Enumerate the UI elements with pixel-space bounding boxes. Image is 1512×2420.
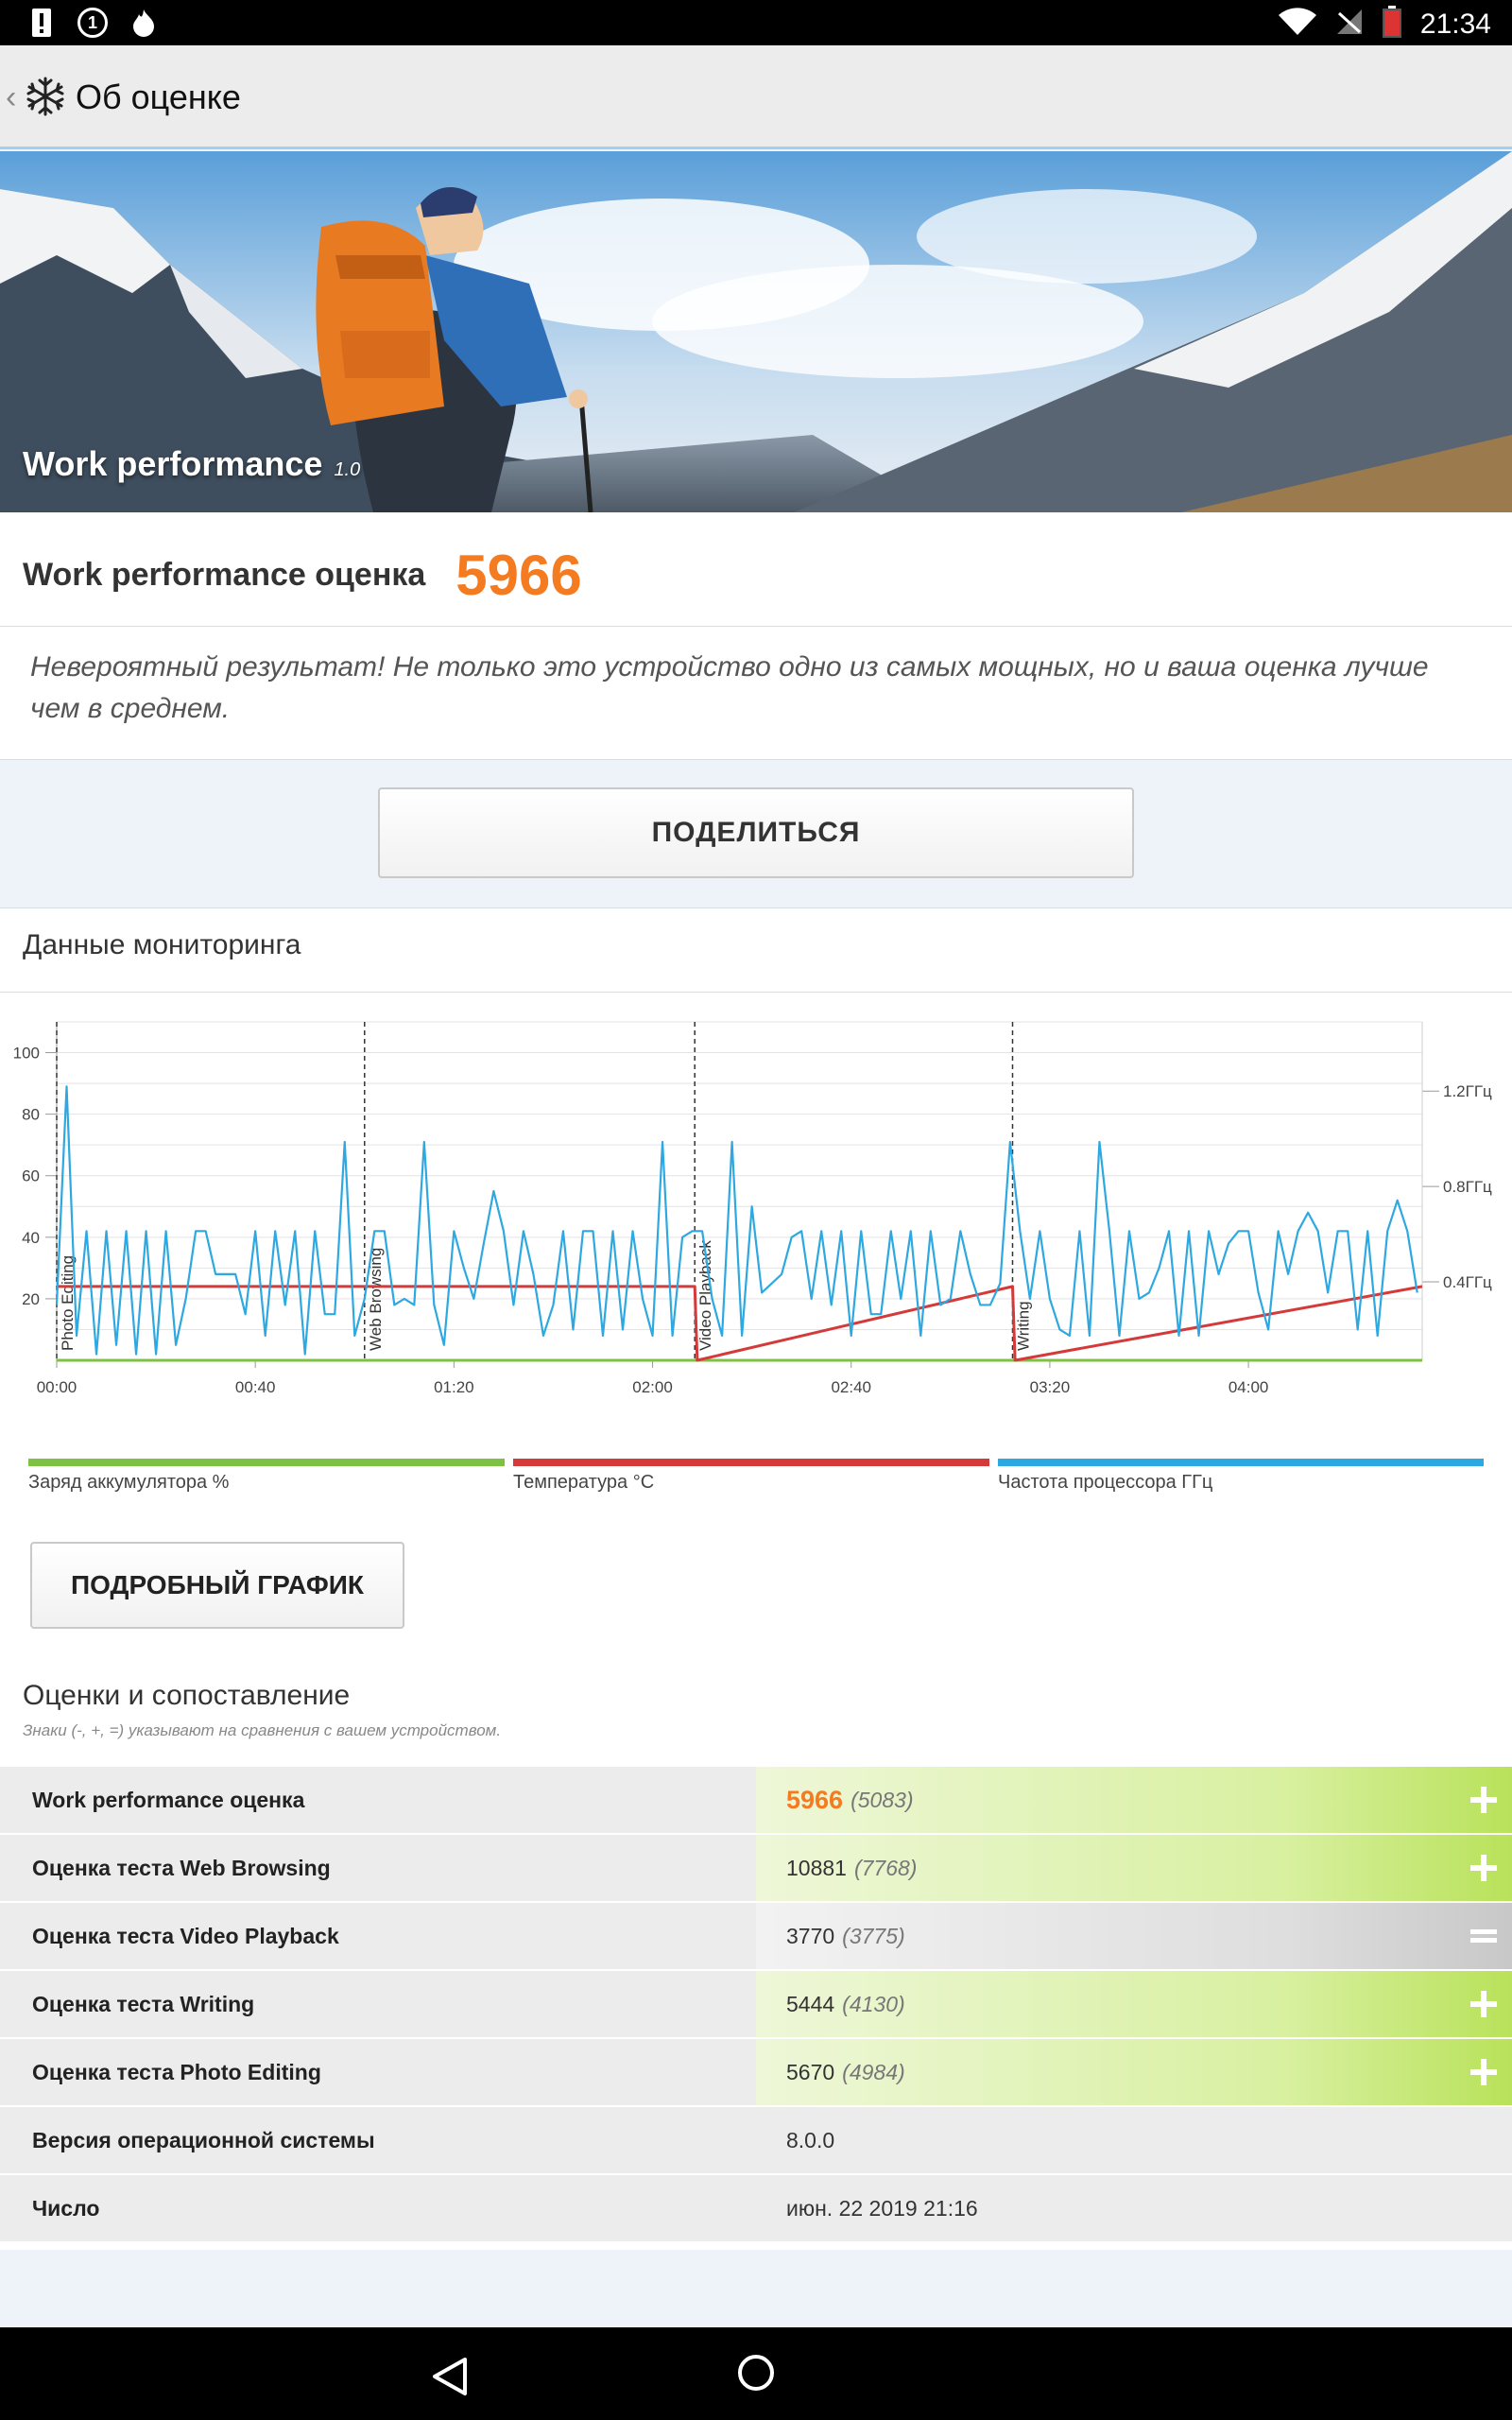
x-tick-label: 03:20 [1030,1378,1071,1396]
row-value: 5966 [786,1785,844,1814]
banner-title-text: Work performance [23,444,323,483]
row-label: Версия операционной системы [0,2107,756,2173]
row-value: 5670 [786,2059,835,2084]
comparison-table: Work performance оценка 5966 (5083) Оцен… [0,1767,1512,2243]
no-signal-icon [1335,8,1364,41]
notification-count: 1 [87,12,97,32]
row-label: Work performance оценка [0,1767,756,1833]
row-value: 3770 [786,1923,835,1948]
status-bar: 1 21:34 [0,0,1512,45]
row-value-cell: 5670 (4984) [756,2039,1512,2105]
y-tick-label: 80 [22,1106,40,1124]
nav-back-icon[interactable] [431,2356,469,2397]
navigation-bar [0,2327,1512,2420]
y2-tick-label: 1.2ГГц [1443,1082,1492,1100]
equals-icon [1470,1929,1497,1943]
legend-cpu-label: Частота процессора ГГц [998,1472,1213,1493]
x-tick-label: 02:40 [831,1378,871,1396]
legend-cpu-swatch [998,1459,1484,1466]
app-bar: ‹ Об оценке [0,45,1512,149]
y-tick-label: 100 [13,1045,40,1063]
divider [0,626,1512,627]
row-value: 10881 [786,1855,847,1880]
hero-banner: Work performance 1.0 [0,151,1512,512]
x-tick-label: 00:40 [235,1378,276,1396]
detailed-chart-button[interactable]: ПОДРОБНЫЙ ГРАФИК [30,1542,404,1629]
row-value-cell: 5444 (4130) [756,1971,1512,2037]
row-label: Оценка теста Photo Editing [0,2039,756,2105]
legend-temperature-label: Температура °C [513,1472,655,1493]
table-row: Число июн. 22 2019 21:16 [0,2175,1512,2243]
divider [0,992,1512,993]
table-row: Версия операционной системы 8.0.0 [0,2107,1512,2175]
plus-icon [1470,1991,1497,2017]
app-logo-icon[interactable] [25,76,66,117]
score-card: Work performance оценка 5966 Невероятный… [0,512,1512,760]
table-row: Оценка теста Web Browsing 10881 (7768) [0,1835,1512,1903]
clock: 21:34 [1419,8,1491,40]
table-row: Оценка теста Video Playback 3770 (3775) [0,1903,1512,1971]
table-row: Оценка теста Photo Editing 5670 (4984) [0,2039,1512,2107]
score-value: 5966 [455,543,582,607]
row-value: июн. 22 2019 21:16 [786,2195,978,2221]
fire-icon [129,8,159,38]
y-tick-label: 60 [22,1167,40,1185]
row-value: 5444 [786,1991,835,2016]
row-value-cell: 10881 (7768) [756,1835,1512,1901]
y2-tick-label: 0.8ГГц [1443,1178,1492,1196]
x-tick-label: 02:00 [632,1378,673,1396]
banner-title: Work performance 1.0 [23,444,360,484]
alert-icon [26,8,57,38]
page-title: Об оценке [76,78,241,116]
monitoring-title: Данные мониторинга [23,929,301,960]
row-compare-value: (3775) [842,1923,905,1948]
table-row: Work performance оценка 5966 (5083) [0,1767,1512,1835]
row-value-cell: июн. 22 2019 21:16 [756,2175,1512,2241]
monitoring-chart: 20 40 60 80 100 0.4ГГц 0.8ГГц 1.2ГГц 00:00 00:40 0… [13,1021,1492,1396]
section-label: Writing [1015,1301,1033,1351]
wifi-icon [1278,8,1316,41]
back-chevron-icon[interactable]: ‹ [6,79,16,116]
x-tick-label: 00:00 [37,1378,77,1396]
series-line [55,1085,1418,1356]
row-compare-value: (5083) [850,1787,914,1812]
legend-temperature: Температура °C [513,1459,989,1506]
x-tick-label: 01:20 [434,1378,474,1396]
row-value-cell: 5966 (5083) [756,1767,1512,1833]
row-compare-value: (4984) [842,2059,905,2084]
row-value: 8.0.0 [786,2127,835,2152]
legend-cpu: Частота процессора ГГц [998,1459,1484,1506]
row-label: Оценка теста Web Browsing [0,1835,756,1901]
legend-battery: Заряд аккумулятора % [28,1459,505,1506]
battery-icon [1382,6,1401,43]
y2-tick-label: 0.4ГГц [1443,1273,1492,1291]
y-tick-label: 40 [22,1229,40,1247]
comparison-title: Оценки и сопоставление [23,1680,351,1711]
table-row: Оценка теста Writing 5444 (4130) [0,1971,1512,2039]
score-label: Work performance оценка [23,556,426,593]
comparison-subtitle: Знаки (-, +, =) указывают на сравнения с… [23,1721,502,1739]
score-description: Невероятный результат! Не только это уст… [30,651,1429,724]
row-label: Число [0,2175,756,2241]
legend-temperature-swatch [513,1459,989,1466]
row-compare-value: (7768) [853,1855,918,1880]
row-value-cell: 8.0.0 [756,2107,1512,2173]
row-label: Оценка теста Video Playback [0,1903,756,1969]
banner-version: 1.0 [334,459,361,480]
row-label: Оценка теста Writing [0,1971,756,2037]
notification-count-icon: 1 [77,8,108,38]
legend-battery-label: Заряд аккумулятора % [28,1472,230,1493]
row-compare-value: (4130) [842,1991,905,2016]
legend-battery-swatch [28,1459,505,1466]
x-tick-label: 04:00 [1228,1378,1269,1396]
plus-icon [1470,1855,1497,1881]
share-button[interactable]: ПОДЕЛИТЬСЯ [378,787,1134,878]
row-value-cell: 3770 (3775) [756,1903,1512,1969]
y-tick-label: 20 [22,1290,40,1308]
plus-icon [1470,1787,1497,1813]
plus-icon [1470,2059,1497,2085]
nav-home-icon[interactable] [737,2354,775,2392]
monitoring-card: Данные мониторинга 20 40 60 80 100 0.4ГГц 0.8Г… [0,908,1512,2250]
